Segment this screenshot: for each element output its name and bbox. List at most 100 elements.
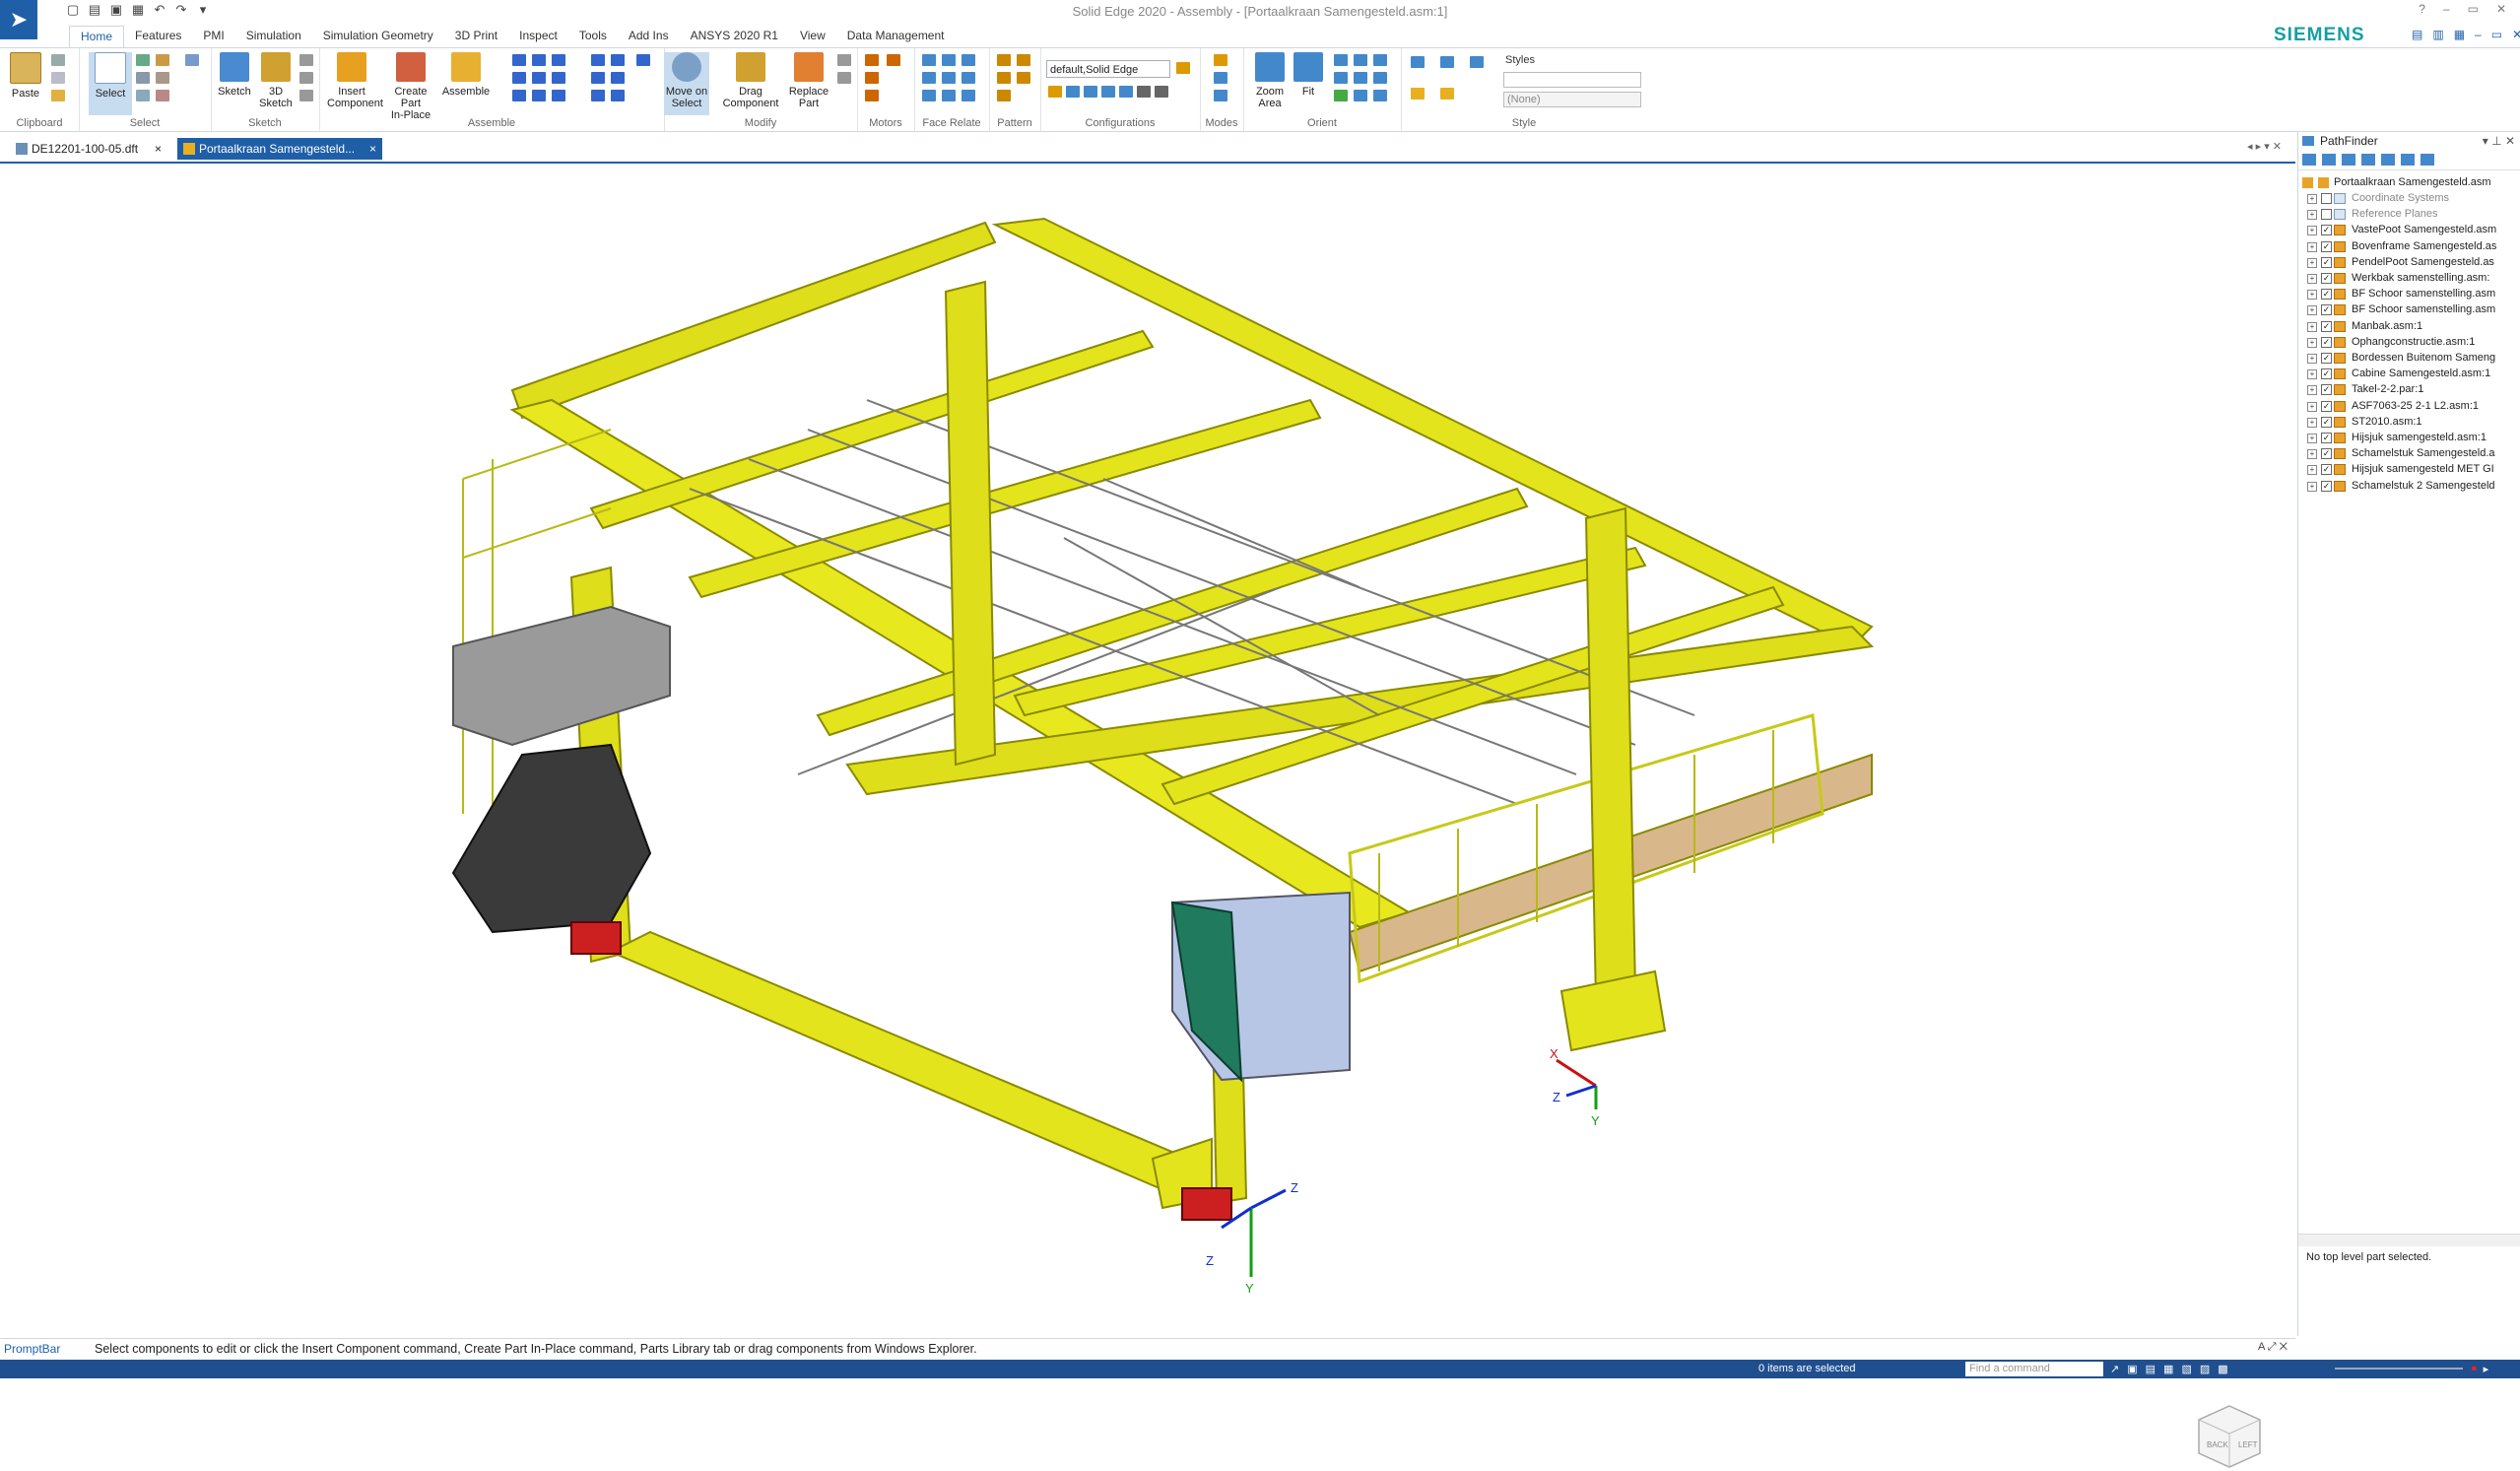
tab-ansys-2020-r1[interactable]: ANSYS 2020 R1 <box>680 26 789 47</box>
sketch-button[interactable]: Sketch <box>213 52 256 98</box>
tree-item[interactable]: + ✓ Schamelstuk Samengesteld.a <box>2298 446 2520 462</box>
pattern4-icon[interactable] <box>1017 72 1030 84</box>
tree-item[interactable]: + Reference Planes <box>2298 207 2520 223</box>
expand-icon[interactable]: + <box>2307 417 2317 428</box>
visibility-checkbox[interactable]: ✓ <box>2321 256 2332 268</box>
config-tool7-icon[interactable] <box>1155 86 1168 98</box>
expand-icon[interactable]: + <box>2307 369 2317 380</box>
sketch-tool2-icon[interactable] <box>299 72 313 84</box>
view6-icon[interactable] <box>1373 90 1387 101</box>
doc-restore-icon[interactable]: ▭ <box>2491 28 2502 41</box>
cut-icon[interactable] <box>51 54 65 66</box>
minimize-icon[interactable]: – <box>2443 2 2450 16</box>
maximize-icon[interactable]: ▭ <box>2468 2 2479 16</box>
face-relate6-icon[interactable] <box>962 72 975 84</box>
pf-tool6-icon[interactable] <box>2401 154 2415 166</box>
visibility-checkbox[interactable]: ✓ <box>2321 433 2332 443</box>
relate-mate-icon[interactable] <box>512 54 526 66</box>
motor2-icon[interactable] <box>865 72 879 84</box>
insert-component-button[interactable]: Insert Component <box>327 52 383 109</box>
relate-match-icon[interactable] <box>591 72 605 84</box>
motor-icon[interactable] <box>865 54 879 66</box>
select-hide-icon[interactable] <box>136 90 150 101</box>
mode-icon[interactable] <box>1214 54 1227 66</box>
status-view-icon[interactable]: ▨ <box>2200 1363 2210 1375</box>
mode3-icon[interactable] <box>1214 90 1227 101</box>
expand-icon[interactable]: + <box>2307 465 2317 476</box>
tab-view[interactable]: View <box>789 26 836 47</box>
face-relate7-icon[interactable] <box>922 90 936 101</box>
tab-add-ins[interactable]: Add Ins <box>618 26 680 47</box>
tab-scroll-right-icon[interactable]: ▸ <box>2256 141 2262 153</box>
pf-tool3-icon[interactable] <box>2342 154 2355 166</box>
pathfinder-scrollbar[interactable] <box>2298 1234 2520 1246</box>
close-icon[interactable]: ✕ <box>2496 2 2506 16</box>
select-group-icon[interactable] <box>156 72 169 84</box>
relate-rigid-icon[interactable] <box>611 72 625 84</box>
visibility-checkbox[interactable]: ✓ <box>2321 368 2332 380</box>
promptbar-close-icon[interactable]: ✕ <box>2280 1341 2288 1353</box>
pin-icon[interactable]: ⊥ <box>2491 134 2501 148</box>
status-arrow-icon[interactable]: ↗ <box>2110 1363 2119 1375</box>
tree-root[interactable]: Portaalkraan Samengesteld.asm <box>2298 175 2520 191</box>
rotate-icon[interactable] <box>1373 54 1387 66</box>
zoom-slider[interactable] <box>2335 1368 2463 1370</box>
relate-connect-icon[interactable] <box>532 72 546 84</box>
relate-axial-icon[interactable] <box>552 54 565 66</box>
visibility-checkbox[interactable]: ✓ <box>2321 353 2332 364</box>
config-tool4-icon[interactable] <box>1101 86 1115 98</box>
select-show-icon[interactable] <box>156 90 169 101</box>
view-cube-back[interactable]: BACK <box>2207 1440 2228 1449</box>
panel-menu-icon[interactable]: ▾ <box>2483 134 2488 148</box>
visibility-checkbox[interactable]: ✓ <box>2321 273 2332 284</box>
sketch-3d-button[interactable]: 3D Sketch <box>254 52 298 109</box>
zoom-icon[interactable] <box>1334 54 1348 66</box>
styles-select[interactable] <box>1503 72 1641 88</box>
tab-list-icon[interactable]: ▾ <box>2264 141 2270 153</box>
tab-home[interactable]: Home <box>69 26 125 47</box>
expand-icon[interactable]: + <box>2307 321 2317 332</box>
status-zoom-icon[interactable]: ▣ <box>2127 1363 2137 1375</box>
select-lock-icon[interactable] <box>156 54 169 66</box>
select-zoom-icon[interactable] <box>185 54 199 66</box>
expand-icon[interactable]: + <box>2307 434 2317 443</box>
visibility-checkbox[interactable]: ✓ <box>2321 336 2332 348</box>
view3-icon[interactable] <box>1373 72 1387 84</box>
visibility-checkbox[interactable]: ✓ <box>2321 384 2332 396</box>
panel-close-icon[interactable]: ✕ <box>2505 134 2515 148</box>
pf-tool5-icon[interactable] <box>2381 154 2395 166</box>
relate-angle-icon[interactable] <box>552 72 565 84</box>
tab-tools[interactable]: Tools <box>568 26 618 47</box>
configuration-icon[interactable] <box>1176 62 1190 74</box>
view-style2-icon[interactable] <box>1440 56 1454 68</box>
relate-ground-icon[interactable] <box>591 90 605 101</box>
pattern5-icon[interactable] <box>997 90 1011 101</box>
mode2-icon[interactable] <box>1214 72 1227 84</box>
face-relate3-icon[interactable] <box>962 54 975 66</box>
face-relate4-icon[interactable] <box>922 72 936 84</box>
expand-icon[interactable]: + <box>2307 481 2317 492</box>
expand-icon[interactable]: + <box>2307 241 2317 252</box>
visibility-checkbox[interactable]: ✓ <box>2321 304 2332 316</box>
expand-icon[interactable]: + <box>2307 401 2317 412</box>
view5-icon[interactable] <box>1354 90 1367 101</box>
layout-icon[interactable]: ▤ <box>2412 28 2422 41</box>
expand-icon[interactable]: + <box>2307 257 2317 268</box>
expand-icon[interactable]: + <box>2307 226 2317 236</box>
status-pan-icon[interactable]: ▦ <box>2163 1363 2173 1375</box>
relate-path-icon[interactable] <box>611 90 625 101</box>
replace-part-button[interactable]: Replace Part <box>784 52 833 109</box>
view-icon[interactable] <box>1334 72 1348 84</box>
doc-tab-drawing[interactable]: DE12201-100-05.dft × <box>10 138 167 160</box>
view-style-icon[interactable] <box>1411 56 1425 68</box>
pan-icon[interactable] <box>1354 54 1367 66</box>
visibility-checkbox[interactable] <box>2321 209 2332 221</box>
paste-button[interactable]: Paste <box>4 52 47 100</box>
assemble-button[interactable]: Assemble <box>441 52 491 98</box>
fit-button[interactable]: Fit <box>1291 52 1326 98</box>
modify-tool2-icon[interactable] <box>837 72 851 84</box>
relate-gear-icon[interactable] <box>552 90 565 101</box>
visibility-checkbox[interactable]: ✓ <box>2321 320 2332 332</box>
expand-icon[interactable]: + <box>2307 385 2317 396</box>
style-value-select[interactable]: (None) <box>1503 92 1641 107</box>
